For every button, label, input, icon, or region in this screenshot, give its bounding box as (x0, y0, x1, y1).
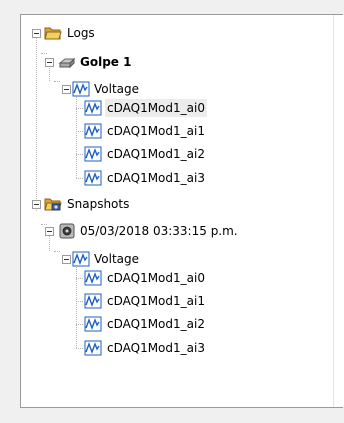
channel-label: cDAQ1Mod1_ai3 (107, 171, 205, 185)
waveform-icon (72, 81, 90, 97)
tree-line (76, 278, 83, 279)
tree-line (76, 131, 83, 132)
waveform-icon (84, 293, 102, 309)
tree-line (41, 224, 47, 225)
waveform-icon (84, 123, 102, 139)
waveform-icon (84, 146, 102, 162)
tree-line (36, 38, 37, 211)
snapshot-disk-icon (59, 223, 75, 239)
tree-line (76, 108, 83, 109)
tree-line (76, 178, 83, 179)
waveform-icon (84, 170, 102, 186)
tree-line (54, 81, 60, 82)
waveform-icon (84, 100, 102, 116)
tree-panel: Logs Golpe 1 Voltage cDAQ1Mod1_ai0 cDAQ1… (20, 14, 343, 408)
snapshot-label: 05/03/2018 03:33:15 p.m. (80, 224, 238, 238)
tree-line (76, 261, 77, 348)
golpe-label: Golpe 1 (80, 55, 132, 69)
logs-expander[interactable] (32, 29, 41, 38)
folder-open-icon (44, 27, 62, 40)
vertical-scrollbar[interactable] (333, 15, 344, 407)
channel-label: cDAQ1Mod1_ai2 (107, 317, 205, 331)
snapshot-expander[interactable] (45, 227, 54, 236)
channel-label: cDAQ1Mod1_ai0 (107, 271, 205, 285)
golpe-expander[interactable] (45, 58, 54, 67)
channel-label: cDAQ1Mod1_ai2 (107, 147, 205, 161)
voltage-snapshot-expander[interactable] (62, 255, 71, 264)
bottom-bar (20, 408, 344, 423)
tree-line (41, 53, 47, 54)
channel-label: cDAQ1Mod1_ai1 (107, 124, 205, 138)
waveform-icon (84, 316, 102, 332)
waveform-icon (84, 270, 102, 286)
channel-label: cDAQ1Mod1_ai3 (107, 341, 205, 355)
folder-camera-icon (44, 198, 62, 211)
tree-line (49, 234, 50, 251)
tree-line (76, 301, 83, 302)
tree-line (54, 251, 60, 252)
tree-line (76, 324, 83, 325)
channel-label: cDAQ1Mod1_ai0 (105, 99, 207, 117)
tree-line (76, 154, 83, 155)
waveform-icon (72, 251, 90, 267)
disk-drive-icon (58, 57, 76, 69)
waveform-icon (84, 340, 102, 356)
voltage-logs-label: Voltage (94, 82, 140, 96)
channel-label: cDAQ1Mod1_ai1 (107, 294, 205, 308)
voltage-logs-expander[interactable] (62, 85, 71, 94)
voltage-snapshot-label: Voltage (94, 252, 140, 266)
snapshots-expander[interactable] (32, 200, 41, 209)
logs-label: Logs (67, 26, 95, 40)
tree-line (76, 348, 83, 349)
tree-line (76, 91, 77, 178)
snapshots-label: Snapshots (67, 197, 130, 211)
